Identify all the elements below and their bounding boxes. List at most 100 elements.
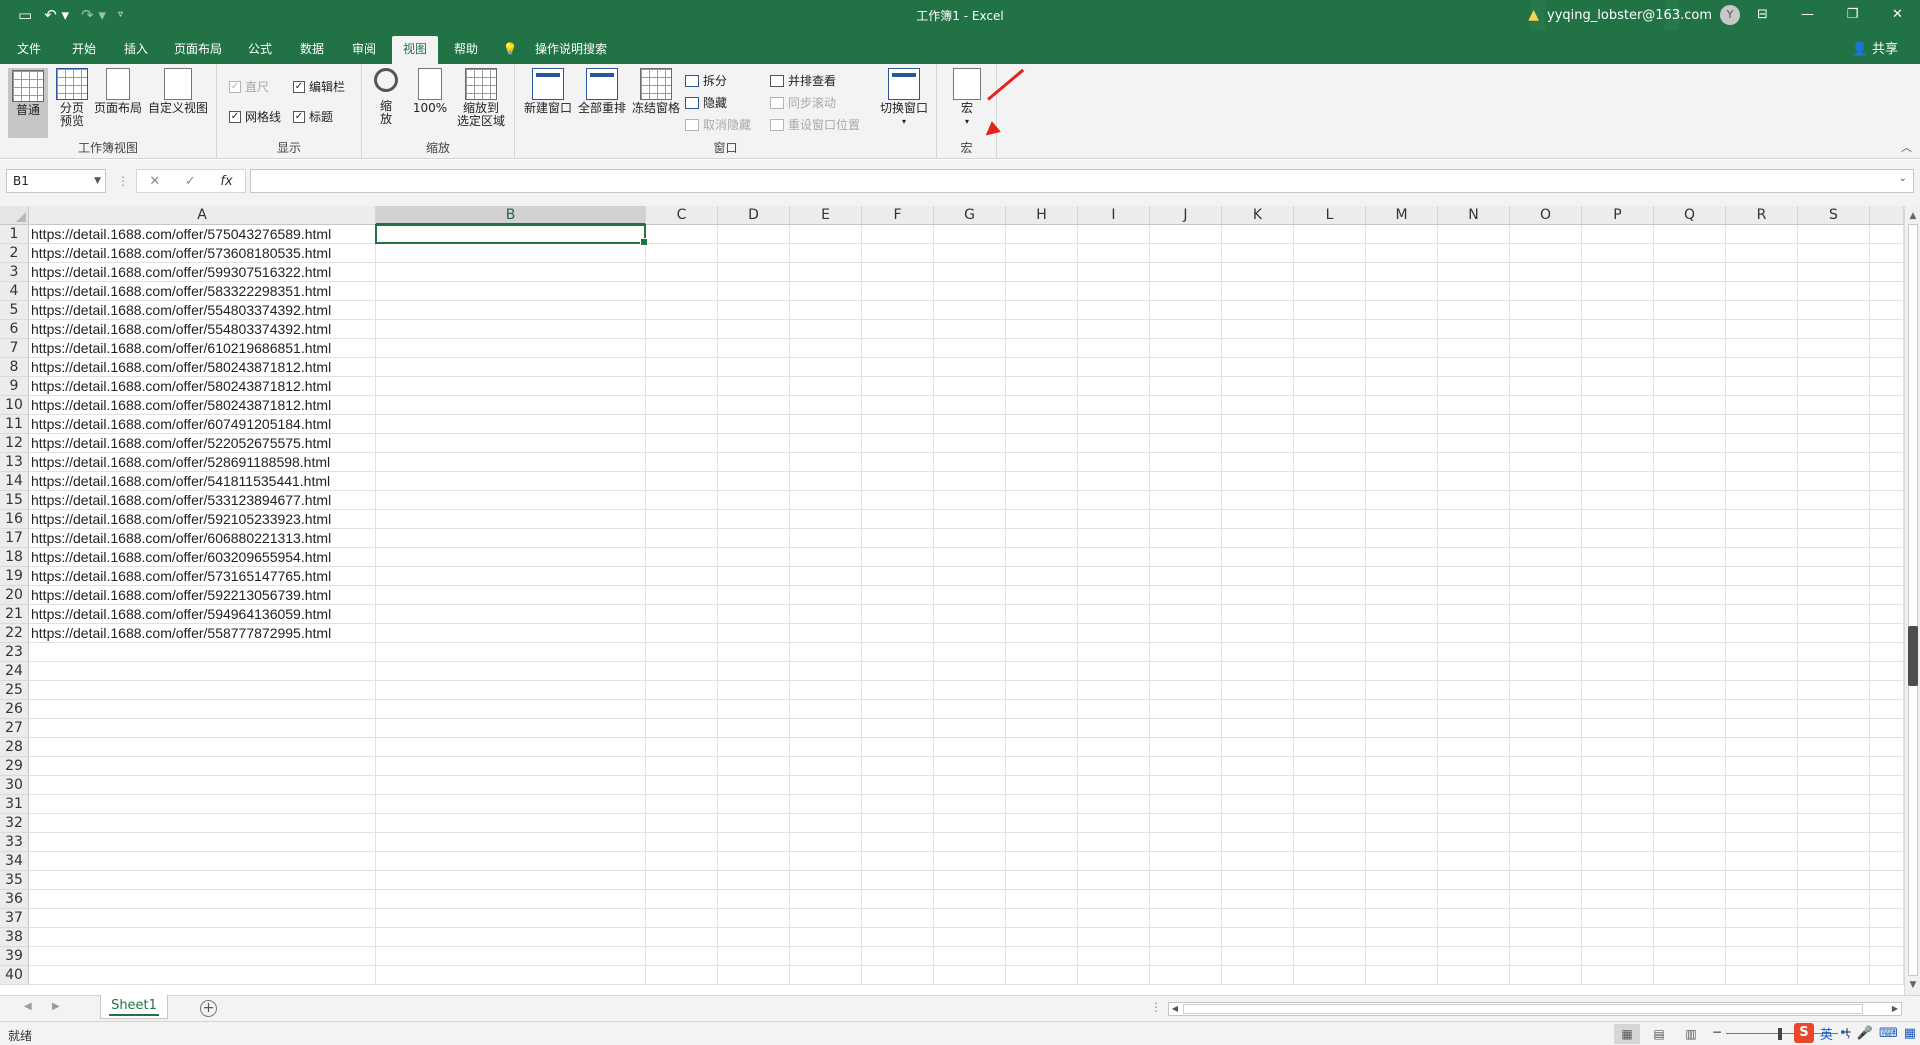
column-header-O[interactable]: O [1510, 206, 1582, 225]
cell-C9[interactable] [646, 377, 718, 396]
column-header-L[interactable]: L [1294, 206, 1366, 225]
cell-K33[interactable] [1222, 833, 1294, 852]
cell-L32[interactable] [1294, 814, 1366, 833]
cell-I2[interactable] [1078, 244, 1150, 263]
cell-B38[interactable] [376, 928, 646, 947]
cell-P12[interactable] [1582, 434, 1654, 453]
cell-L33[interactable] [1294, 833, 1366, 852]
cell-I19[interactable] [1078, 567, 1150, 586]
cell-N15[interactable] [1438, 491, 1510, 510]
cell-D8[interactable] [718, 358, 790, 377]
cell-G34[interactable] [934, 852, 1006, 871]
cell-A10[interactable]: https://detail.1688.com/offer/5802438718… [29, 396, 376, 415]
cell-K25[interactable] [1222, 681, 1294, 700]
cell-G26[interactable] [934, 700, 1006, 719]
cell-D31[interactable] [718, 795, 790, 814]
cell-Q20[interactable] [1654, 586, 1726, 605]
cell-L40[interactable] [1294, 966, 1366, 985]
cell-F34[interactable] [862, 852, 934, 871]
zoom-button[interactable]: 缩 放 [372, 68, 400, 126]
cell-M37[interactable] [1366, 909, 1438, 928]
cell-S2[interactable] [1798, 244, 1870, 263]
cell-H13[interactable] [1006, 453, 1078, 472]
restore-icon[interactable]: ❐ [1830, 0, 1875, 30]
cell-A31[interactable] [29, 795, 376, 814]
cell-C27[interactable] [646, 719, 718, 738]
cell-L6[interactable] [1294, 320, 1366, 339]
column-header-I[interactable]: I [1078, 206, 1150, 225]
cell-C39[interactable] [646, 947, 718, 966]
cell-O36[interactable] [1510, 890, 1582, 909]
cell-P18[interactable] [1582, 548, 1654, 567]
cell-R18[interactable] [1726, 548, 1798, 567]
cell-B31[interactable] [376, 795, 646, 814]
cell-L12[interactable] [1294, 434, 1366, 453]
cell-E28[interactable] [790, 738, 862, 757]
cell-N20[interactable] [1438, 586, 1510, 605]
normal-view-button[interactable]: 普通 [8, 68, 48, 138]
cell-D38[interactable] [718, 928, 790, 947]
vertical-scrollbar[interactable]: ▲ ▼ [1904, 206, 1920, 995]
cell-E35[interactable] [790, 871, 862, 890]
cell-M1[interactable] [1366, 225, 1438, 244]
cell-P11[interactable] [1582, 415, 1654, 434]
cell-F23[interactable] [862, 643, 934, 662]
cell-D30[interactable] [718, 776, 790, 795]
cell-E3[interactable] [790, 263, 862, 282]
row-header-8[interactable]: 8 [0, 358, 29, 377]
cell-Q24[interactable] [1654, 662, 1726, 681]
cell-F17[interactable] [862, 529, 934, 548]
cell-M17[interactable] [1366, 529, 1438, 548]
cell-N38[interactable] [1438, 928, 1510, 947]
cell-K27[interactable] [1222, 719, 1294, 738]
cell-B15[interactable] [376, 491, 646, 510]
cell-H39[interactable] [1006, 947, 1078, 966]
cell-G36[interactable] [934, 890, 1006, 909]
row-header-28[interactable]: 28 [0, 738, 29, 757]
cell-J15[interactable] [1150, 491, 1222, 510]
cell-J8[interactable] [1150, 358, 1222, 377]
cell-M22[interactable] [1366, 624, 1438, 643]
tab-help[interactable]: 帮助 [446, 36, 486, 64]
cell-J36[interactable] [1150, 890, 1222, 909]
cell-G8[interactable] [934, 358, 1006, 377]
cell-I6[interactable] [1078, 320, 1150, 339]
cell-H4[interactable] [1006, 282, 1078, 301]
cell-N9[interactable] [1438, 377, 1510, 396]
cell-H27[interactable] [1006, 719, 1078, 738]
cell-K32[interactable] [1222, 814, 1294, 833]
cell-O32[interactable] [1510, 814, 1582, 833]
cell-Q17[interactable] [1654, 529, 1726, 548]
cell-D32[interactable] [718, 814, 790, 833]
cell-K24[interactable] [1222, 662, 1294, 681]
cell-L38[interactable] [1294, 928, 1366, 947]
cell-D34[interactable] [718, 852, 790, 871]
cell-J28[interactable] [1150, 738, 1222, 757]
cell-S17[interactable] [1798, 529, 1870, 548]
cell-C20[interactable] [646, 586, 718, 605]
cell-O15[interactable] [1510, 491, 1582, 510]
cell-D37[interactable] [718, 909, 790, 928]
cell-E23[interactable] [790, 643, 862, 662]
cell-G3[interactable] [934, 263, 1006, 282]
cell-G31[interactable] [934, 795, 1006, 814]
cell-R29[interactable] [1726, 757, 1798, 776]
cell-F8[interactable] [862, 358, 934, 377]
cell-P13[interactable] [1582, 453, 1654, 472]
cell-G5[interactable] [934, 301, 1006, 320]
cell-F37[interactable] [862, 909, 934, 928]
ime-logo-icon[interactable]: S [1793, 1023, 1814, 1043]
cell-C8[interactable] [646, 358, 718, 377]
cell-Q12[interactable] [1654, 434, 1726, 453]
cell-F11[interactable] [862, 415, 934, 434]
cell-O33[interactable] [1510, 833, 1582, 852]
cell-G39[interactable] [934, 947, 1006, 966]
cell-I13[interactable] [1078, 453, 1150, 472]
apps-grid-icon[interactable]: ▦ [1904, 1026, 1916, 1041]
cell-N5[interactable] [1438, 301, 1510, 320]
cell-K40[interactable] [1222, 966, 1294, 985]
cell-Q3[interactable] [1654, 263, 1726, 282]
cell-E20[interactable] [790, 586, 862, 605]
cell-I25[interactable] [1078, 681, 1150, 700]
cell-O29[interactable] [1510, 757, 1582, 776]
